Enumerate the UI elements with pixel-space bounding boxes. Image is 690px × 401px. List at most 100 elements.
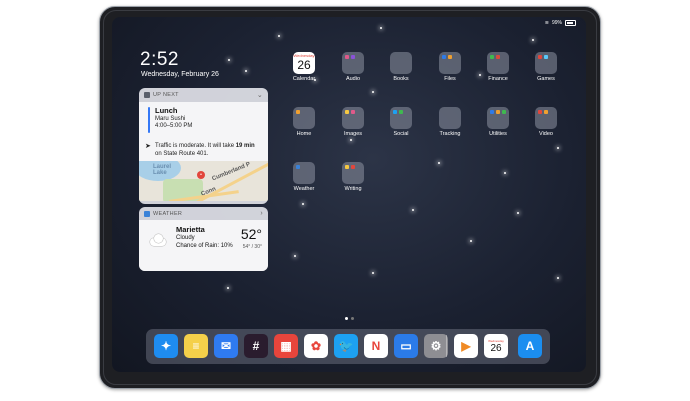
folder-label: Images — [343, 131, 363, 137]
star — [380, 27, 382, 29]
folder-icon — [342, 107, 364, 129]
folder-label: Writing — [344, 186, 362, 192]
weather-temperature: 52° — [240, 226, 262, 242]
star — [294, 255, 296, 257]
folder-label: Home — [296, 131, 312, 137]
safari-icon[interactable]: ✦ — [154, 334, 178, 358]
event-color-bar — [148, 107, 150, 133]
folder-files[interactable]: Files — [438, 52, 462, 82]
folder-writing[interactable]: Writing — [341, 162, 365, 192]
twitter-icon[interactable]: 🐦 — [334, 334, 358, 358]
dock: ✦ ≡ ✉ # ▦ ✿ 🐦 N ▭ ⚙ ▶ Wednesday 26 A — [146, 329, 550, 364]
news-icon[interactable]: N — [364, 334, 388, 358]
star — [278, 35, 280, 37]
folder-label: Books — [393, 76, 409, 82]
weather-city: Marietta — [176, 225, 205, 234]
star — [557, 147, 559, 149]
calendar-date: 26 — [490, 342, 502, 354]
star — [245, 70, 247, 72]
star — [350, 139, 352, 141]
folder-label: Finance — [488, 76, 508, 82]
folder-label: Tracking — [439, 131, 461, 137]
folder-icon — [390, 107, 412, 129]
star — [557, 277, 559, 279]
folder-books[interactable]: Books — [389, 52, 413, 82]
star — [412, 209, 414, 211]
ipad-screen: ≋ 99% 2:52 Wednesday, February 26 UP NEX… — [112, 17, 586, 372]
event-entry[interactable]: Lunch Maru Sushi 4:00–5:00 PM — [139, 102, 268, 140]
folder-finance[interactable]: Finance — [486, 52, 510, 82]
traffic-duration: 19 min — [235, 143, 255, 149]
calendar-icon: Wednesday 26 — [293, 52, 315, 74]
folder-utilities[interactable]: Utilities — [486, 107, 510, 137]
widget-title: WEATHER — [153, 210, 183, 217]
folder-label: Games — [537, 76, 555, 82]
settings-icon[interactable]: ⚙ — [424, 334, 448, 358]
weather-rain-chance: Chance of Rain: 10% — [176, 243, 233, 249]
folder-icon — [390, 52, 412, 74]
navigation-arrow-icon: ➤ — [145, 143, 151, 150]
folder-audio[interactable]: Audio — [341, 52, 365, 82]
folder-icon — [487, 52, 509, 74]
folder-icon — [535, 107, 557, 129]
star — [227, 287, 229, 289]
page-indicator[interactable] — [345, 317, 354, 320]
event-location: Maru Sushi — [155, 116, 186, 122]
app-calendar[interactable]: Wednesday 26 Calendar — [292, 52, 316, 82]
folder-video[interactable]: Video — [534, 107, 558, 137]
folder-label: Files — [444, 76, 456, 82]
files-icon[interactable]: ▭ — [394, 334, 418, 358]
folder-games[interactable]: Games — [534, 52, 558, 82]
folder-icon — [439, 107, 461, 129]
folder-tracking[interactable]: Tracking — [438, 107, 462, 137]
map-label-road: Cumberland P — [211, 161, 252, 183]
folder-home[interactable]: Home — [292, 107, 316, 137]
star — [532, 39, 534, 41]
widget-header: WEATHER › — [139, 207, 268, 220]
calendar-icon — [144, 92, 150, 98]
star — [504, 172, 506, 174]
star — [517, 212, 519, 214]
weather-widget[interactable]: WEATHER › Marietta Cloudy Chance of Rain… — [139, 207, 268, 271]
battery-icon — [565, 20, 576, 26]
calendar-date: 26 — [297, 58, 311, 72]
widget-header: UP NEXT ⌄ — [139, 88, 268, 102]
star — [228, 59, 230, 61]
chevron-right-icon[interactable]: › — [260, 210, 263, 217]
widget-body: Marietta Cloudy Chance of Rain: 10% 52° … — [139, 220, 268, 271]
folder-label: Video — [539, 131, 553, 137]
star — [372, 272, 374, 274]
widget-title: UP NEXT — [153, 92, 179, 98]
widget-body: Lunch Maru Sushi 4:00–5:00 PM ➤ Traffic … — [139, 102, 268, 201]
map-pin-icon: • — [197, 171, 205, 179]
folder-label: Social — [393, 131, 409, 137]
clock-time: 2:52 — [140, 49, 179, 70]
mail-icon[interactable]: ✉ — [214, 334, 238, 358]
battery-percent: 99% — [551, 20, 562, 26]
page-dot — [345, 317, 348, 320]
notes-icon[interactable]: ≡ — [184, 334, 208, 358]
weather-high-low: 54° / 30° — [242, 244, 262, 250]
map-label-lake: Laurel Lake — [153, 164, 172, 176]
cloud-icon — [147, 234, 167, 246]
route-map[interactable]: Laurel Lake Cumberland P Conn • — [139, 161, 268, 201]
calendar-icon[interactable]: Wednesday 26 — [484, 334, 508, 358]
folder-icon — [342, 52, 364, 74]
app-store-icon[interactable]: A — [518, 334, 542, 358]
folder-icon — [342, 162, 364, 184]
up-next-widget[interactable]: UP NEXT ⌄ Lunch Maru Sushi 4:00–5:00 PM … — [139, 88, 268, 204]
star — [302, 203, 304, 205]
folder-weather[interactable]: Weather — [292, 162, 316, 192]
infuse-icon[interactable]: ▶ — [454, 334, 478, 358]
fantastical-icon[interactable]: ▦ — [274, 334, 298, 358]
status-bar: ≋ 99% — [545, 20, 576, 26]
folder-icon — [535, 52, 557, 74]
folder-icon — [439, 52, 461, 74]
folder-label: Utilities — [489, 131, 507, 137]
folder-social[interactable]: Social — [389, 107, 413, 137]
chevron-down-icon[interactable]: ⌄ — [257, 91, 263, 99]
photos-icon[interactable]: ✿ — [304, 334, 328, 358]
folder-images[interactable]: Images — [341, 107, 365, 137]
slack-icon[interactable]: # — [244, 334, 268, 358]
traffic-text-c: on State Route 401. — [155, 151, 209, 157]
